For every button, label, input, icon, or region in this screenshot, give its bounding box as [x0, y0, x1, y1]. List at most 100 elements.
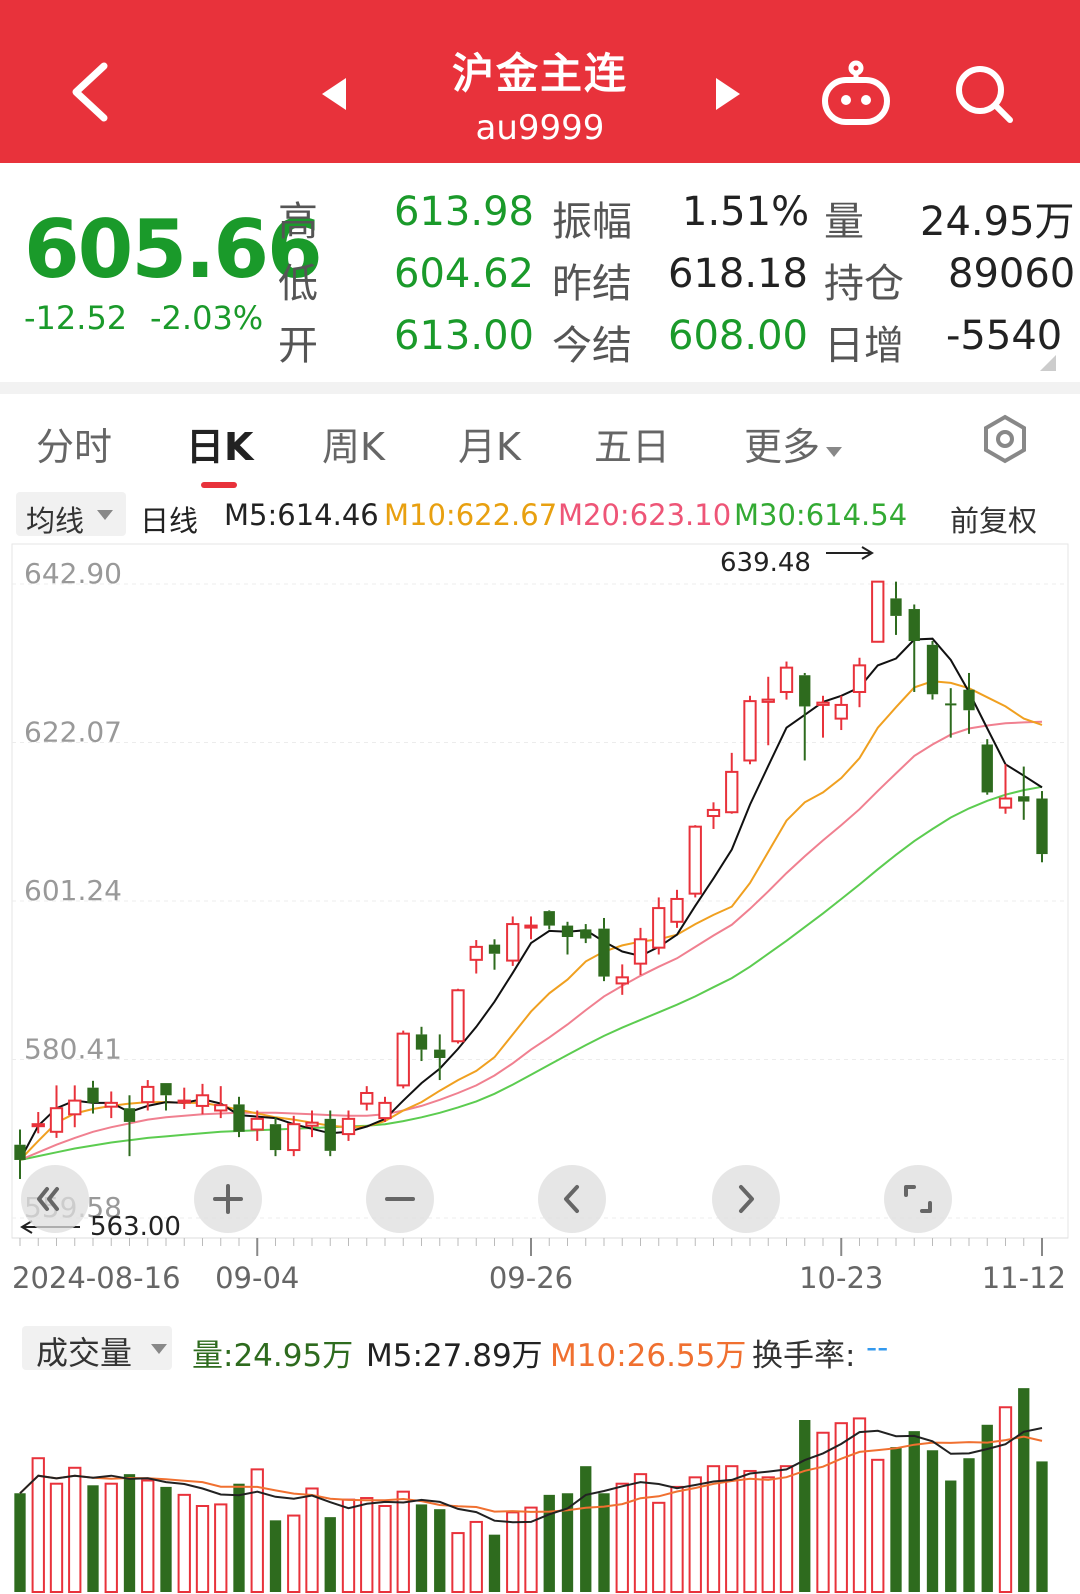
- ma30-label: M30:614.54: [734, 498, 908, 532]
- candle: [233, 1096, 245, 1138]
- candle-body: [761, 698, 775, 703]
- tab-five-day[interactable]: 五日: [594, 416, 670, 471]
- volume-bar: [434, 1509, 446, 1592]
- candle-body: [14, 1144, 26, 1160]
- candle: [652, 897, 666, 955]
- ma20-label: M20:623.10: [558, 498, 732, 532]
- candle-body: [233, 1104, 245, 1132]
- volume-bar: [87, 1485, 99, 1592]
- ma-selector-caret-icon: [97, 510, 113, 520]
- volume-bar: [14, 1493, 26, 1592]
- next-triangle-icon[interactable]: [714, 76, 744, 112]
- volume-bar: [506, 1511, 520, 1594]
- candle-body: [341, 1117, 356, 1136]
- candle-body: [31, 1123, 45, 1128]
- price-change-pct: -2.03%: [150, 299, 264, 337]
- volume-bar: [1036, 1461, 1048, 1592]
- tab-more[interactable]: 更多: [744, 416, 844, 471]
- volume-selector-label: 成交量: [36, 1334, 133, 1372]
- candle: [981, 739, 993, 795]
- volume-bar: [652, 1501, 666, 1594]
- candle-body: [926, 644, 939, 695]
- volume-bar: [177, 1493, 191, 1593]
- volume-bar: [852, 1417, 867, 1593]
- volume-ma10-line: [19, 1435, 1043, 1513]
- open-value: 613.00: [394, 313, 534, 359]
- left-button[interactable]: [538, 1165, 606, 1233]
- candle: [834, 695, 848, 731]
- open-label: 开: [278, 323, 318, 369]
- candle-body: [633, 938, 648, 965]
- volume-bar: [396, 1490, 410, 1593]
- candle: [324, 1110, 336, 1157]
- volume-bar: [963, 1458, 975, 1592]
- zoom-out-button[interactable]: [366, 1165, 434, 1233]
- ma10-label: M10:622.67: [384, 498, 558, 532]
- x-tick-label: 10-23: [799, 1261, 883, 1295]
- candle: [561, 921, 574, 955]
- amplitude-label: 振幅: [552, 199, 632, 245]
- tab-daily-k[interactable]: 日K: [186, 416, 253, 471]
- tab-monthly-k[interactable]: 月K: [458, 416, 521, 471]
- quote-panel: 605.66 -12.52 -2.03% 高 613.98 振幅 1.51% 量…: [0, 163, 1080, 383]
- candle-body: [615, 976, 629, 985]
- volume-bar: [799, 1420, 811, 1592]
- candle: [434, 1034, 446, 1081]
- adjust-toggle[interactable]: 前复权: [950, 498, 1037, 540]
- candlestick-chart[interactable]: 642.90622.07601.24580.41559.58 639.48563…: [0, 540, 1080, 1310]
- volume-label: 量: [824, 199, 864, 245]
- y-tick-label: 642.90: [24, 557, 122, 590]
- y-tick-label: 622.07: [24, 716, 122, 749]
- volume-bar: [908, 1431, 920, 1592]
- candle-body: [68, 1099, 82, 1116]
- candle: [543, 910, 555, 930]
- candle-body: [434, 1049, 446, 1058]
- settle-value: 608.00: [668, 313, 808, 359]
- volume-bar: [360, 1497, 374, 1593]
- expand-corner-icon[interactable]: [1040, 355, 1056, 371]
- settings-hexagon-icon[interactable]: [980, 414, 1030, 464]
- volume-bar: [543, 1494, 555, 1592]
- volume-m10-label: M10:26.55万: [550, 1338, 747, 1374]
- candle: [615, 964, 629, 995]
- volume-bar: [670, 1485, 684, 1593]
- volume-bar: [926, 1450, 939, 1592]
- volume-bar: [49, 1482, 64, 1593]
- candle: [1018, 766, 1030, 820]
- zoom-in-button[interactable]: [194, 1165, 262, 1233]
- candle: [871, 580, 885, 643]
- volume-bar: [998, 1406, 1013, 1593]
- candle-body: [287, 1123, 301, 1152]
- candle-body: [670, 897, 684, 923]
- right-button[interactable]: [712, 1165, 780, 1233]
- volume-bar: [123, 1474, 136, 1592]
- candle: [378, 1096, 392, 1122]
- tab-weekly-k[interactable]: 周K: [322, 416, 385, 471]
- fullscreen-button[interactable]: [884, 1165, 952, 1233]
- candle-body: [214, 1104, 228, 1112]
- candle-body: [1036, 798, 1048, 855]
- candle: [743, 695, 757, 765]
- rewind-button[interactable]: [21, 1165, 89, 1233]
- robot-icon[interactable]: [820, 60, 892, 128]
- candle-body: [688, 825, 702, 895]
- candle: [633, 927, 648, 976]
- candle: [852, 657, 867, 708]
- volume-bar: [324, 1517, 336, 1592]
- volume-chart[interactable]: [0, 1374, 1080, 1594]
- instrument-code: au9999: [475, 108, 605, 148]
- volume-bar: [580, 1466, 592, 1592]
- candle-body: [652, 907, 666, 949]
- candle-body: [543, 911, 555, 926]
- volume-bar: [378, 1505, 392, 1593]
- volume-selector-caret-icon: [151, 1344, 167, 1354]
- candle-body: [945, 703, 957, 706]
- candle-body: [871, 580, 885, 643]
- y-tick-label: 601.24: [24, 874, 122, 907]
- search-icon[interactable]: [952, 62, 1016, 126]
- tab-intraday[interactable]: 分时: [36, 416, 112, 471]
- volume-bar: [287, 1514, 301, 1593]
- candle: [761, 676, 775, 746]
- candle-body: [779, 666, 794, 693]
- volume-bar: [305, 1487, 319, 1593]
